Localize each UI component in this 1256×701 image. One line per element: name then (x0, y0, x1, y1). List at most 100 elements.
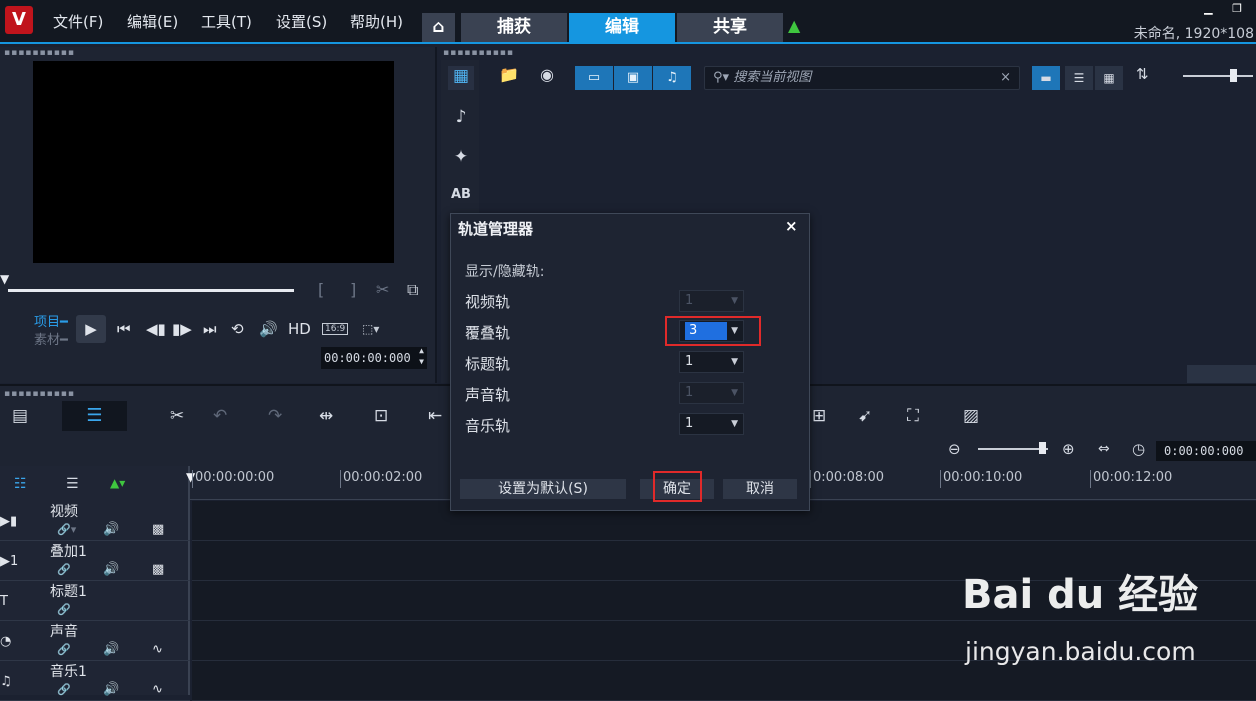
link-icon[interactable]: 🔗 (57, 643, 71, 656)
window-controls[interactable]: ▁ ❐ (1204, 2, 1250, 15)
track-row-title[interactable]: T 标题1 🔗 (0, 581, 190, 621)
timeline-zoom-knob[interactable] (1039, 442, 1046, 454)
tab-capture[interactable]: 捕获 (461, 13, 567, 42)
scissors-icon[interactable]: ✂ (376, 280, 389, 299)
preview-timecode[interactable]: 00:00:00:000 ▲ ▼ (321, 345, 427, 369)
list-view-icon[interactable]: ☰ (1065, 66, 1093, 90)
storyboard-view-icon[interactable]: ▤ (12, 406, 28, 426)
title-track-label: 标题轨 (465, 355, 511, 373)
scrub-bar[interactable] (8, 289, 294, 292)
go-end-icon[interactable]: ⏭ (203, 320, 217, 338)
set-default-button[interactable]: 设置为默认(S) (460, 479, 626, 499)
zoom-in-icon[interactable]: ⊕ (1062, 440, 1075, 458)
timecode-stepper-icon[interactable]: ▲ ▼ (419, 345, 424, 367)
chevron-down-icon: ▼ (731, 419, 738, 429)
timeline-view-icon[interactable]: ☰ (62, 401, 127, 431)
music-track-icon: ♫ (0, 674, 12, 689)
resize-icon[interactable]: ⬚▾ (362, 322, 379, 336)
menu-help[interactable]: 帮助(H) (350, 11, 403, 32)
filter-audio-icon[interactable]: ♫ (653, 66, 691, 90)
timeline-zoom-slider[interactable] (978, 448, 1048, 450)
hd-toggle[interactable]: HD (288, 320, 311, 338)
title-track-select[interactable]: 1 ▼ (679, 351, 744, 373)
fit-project-icon[interactable]: ⇔ (1098, 441, 1110, 457)
redo-icon[interactable]: ↷ (268, 406, 282, 426)
tools-icon[interactable]: ✂ (170, 406, 184, 426)
search-input[interactable]: ⚲▾ 搜索当前视图 × (704, 66, 1020, 90)
sort-icon[interactable]: ⇅ (1136, 65, 1149, 83)
link-icon[interactable]: 🔗 (57, 683, 71, 696)
repeat-icon[interactable]: ⟲ (231, 320, 244, 338)
chapter-icon[interactable]: ⊞ (812, 406, 826, 426)
capture-icon[interactable]: ◉ (540, 65, 554, 84)
menu-tools[interactable]: 工具(T) (201, 11, 252, 32)
volume-icon[interactable]: 🔊 (103, 522, 119, 537)
effect-icon[interactable]: ✦ (448, 147, 474, 171)
music-track-select[interactable]: 1 ▼ (679, 413, 744, 435)
play-button[interactable]: ▶ (76, 315, 106, 343)
track-row-music[interactable]: ♫ 音乐1 🔗 🔊 ∿ (0, 661, 190, 701)
split-icon[interactable]: ⇤ (428, 406, 442, 426)
timeline-timecode[interactable]: 0:00:00:000 (1156, 441, 1256, 461)
fit-to-screen-icon[interactable]: ⛶ (907, 406, 919, 426)
link-icon[interactable]: 🔗 (57, 603, 71, 616)
track-row-voice[interactable]: ◔ 声音 🔗 🔊 ∿ (0, 621, 190, 661)
panel-grip[interactable]: ▪▪▪▪▪▪▪▪▪▪ (4, 389, 75, 399)
scrub-head-icon[interactable]: ▼ (0, 272, 12, 286)
cancel-button[interactable]: 取消 (723, 479, 797, 499)
panel-grip[interactable]: ▪▪▪▪▪▪▪▪▪▪ (4, 48, 75, 58)
thumbnail-zoom-slider[interactable] (1183, 75, 1253, 77)
link-icon[interactable]: 🔗 (57, 563, 71, 576)
library-layout-icons[interactable] (1187, 365, 1256, 383)
volume-icon[interactable]: 🔊 (259, 320, 278, 338)
close-icon[interactable]: × (785, 217, 798, 235)
overlay-track-icon: ▶1 (0, 554, 19, 569)
track-row-overlay[interactable]: ▶1 叠加1 🔗 🔊 ▩ (0, 541, 190, 581)
waveform-icon[interactable]: ∿ (152, 642, 163, 657)
track-manager-icon[interactable]: ☰ (66, 476, 79, 492)
transparency-icon[interactable]: ▩ (152, 522, 164, 537)
mark-in-icon[interactable]: [ (318, 280, 324, 299)
clear-search-icon[interactable]: × (1000, 67, 1011, 89)
track-row-video[interactable]: ▶▮ 视频 🔗▾ 🔊 ▩ (0, 501, 190, 541)
mark-out-icon[interactable]: ] (350, 280, 356, 299)
link-icon[interactable]: 🔗▾ (57, 523, 76, 536)
menu-settings[interactable]: 设置(S) (276, 11, 327, 32)
transparency-icon[interactable]: ▩ (152, 562, 164, 577)
track-lane[interactable] (192, 661, 1256, 701)
prev-frame-icon[interactable]: ◀▮ (146, 320, 166, 338)
menu-edit[interactable]: 编辑(E) (127, 11, 178, 32)
music-track-label: 音乐轨 (465, 417, 511, 435)
tab-share[interactable]: 共享 (677, 13, 783, 42)
panel-grip[interactable]: ▪▪▪▪▪▪▪▪▪▪ (443, 48, 514, 58)
thumbnail-view-icon[interactable]: ▬ (1032, 66, 1060, 90)
undo-icon[interactable]: ↶ (213, 406, 227, 426)
filter-photo-icon[interactable]: ▣ (614, 66, 652, 90)
ripple-icon[interactable]: ⊡ (374, 406, 388, 426)
filter-video-icon[interactable]: ▭ (575, 66, 613, 90)
zoom-out-icon[interactable]: ⊖ (948, 440, 961, 458)
fit-icon[interactable]: ⇹ (319, 406, 333, 426)
tab-edit[interactable]: 编辑 (569, 13, 675, 42)
upload-icon[interactable]: ▲ (788, 16, 800, 35)
add-folder-icon[interactable]: 📁 (499, 65, 519, 84)
menu-file[interactable]: 文件(F) (53, 11, 103, 32)
thumbnail-zoom-knob[interactable] (1230, 69, 1237, 82)
volume-icon[interactable]: 🔊 (103, 642, 119, 657)
track-list-icon[interactable]: ☷ (14, 476, 27, 492)
grid-view-icon[interactable]: ▦ (1095, 66, 1123, 90)
next-frame-icon[interactable]: ▮▶ (172, 320, 192, 338)
media-icon[interactable]: ▦ (448, 66, 474, 90)
add-track-icon[interactable]: ▲▾ (110, 476, 125, 490)
transition-icon[interactable]: ♪ (448, 107, 474, 131)
motion-icon[interactable]: ➹ (858, 406, 872, 426)
subtitle-icon[interactable]: ▨ (963, 406, 979, 426)
mode-clip[interactable]: 素材━ (34, 329, 68, 348)
volume-icon[interactable]: 🔊 (103, 562, 119, 577)
mode-project[interactable]: 项目━ (34, 311, 68, 330)
home-tab[interactable]: ⌂ (422, 13, 455, 42)
aspect-ratio-dropdown[interactable]: 16:9 (322, 323, 349, 335)
go-start-icon[interactable]: ⏮ (117, 320, 131, 338)
title-icon[interactable]: AB (448, 187, 474, 211)
copy-icon[interactable]: ⧉ (407, 280, 418, 300)
